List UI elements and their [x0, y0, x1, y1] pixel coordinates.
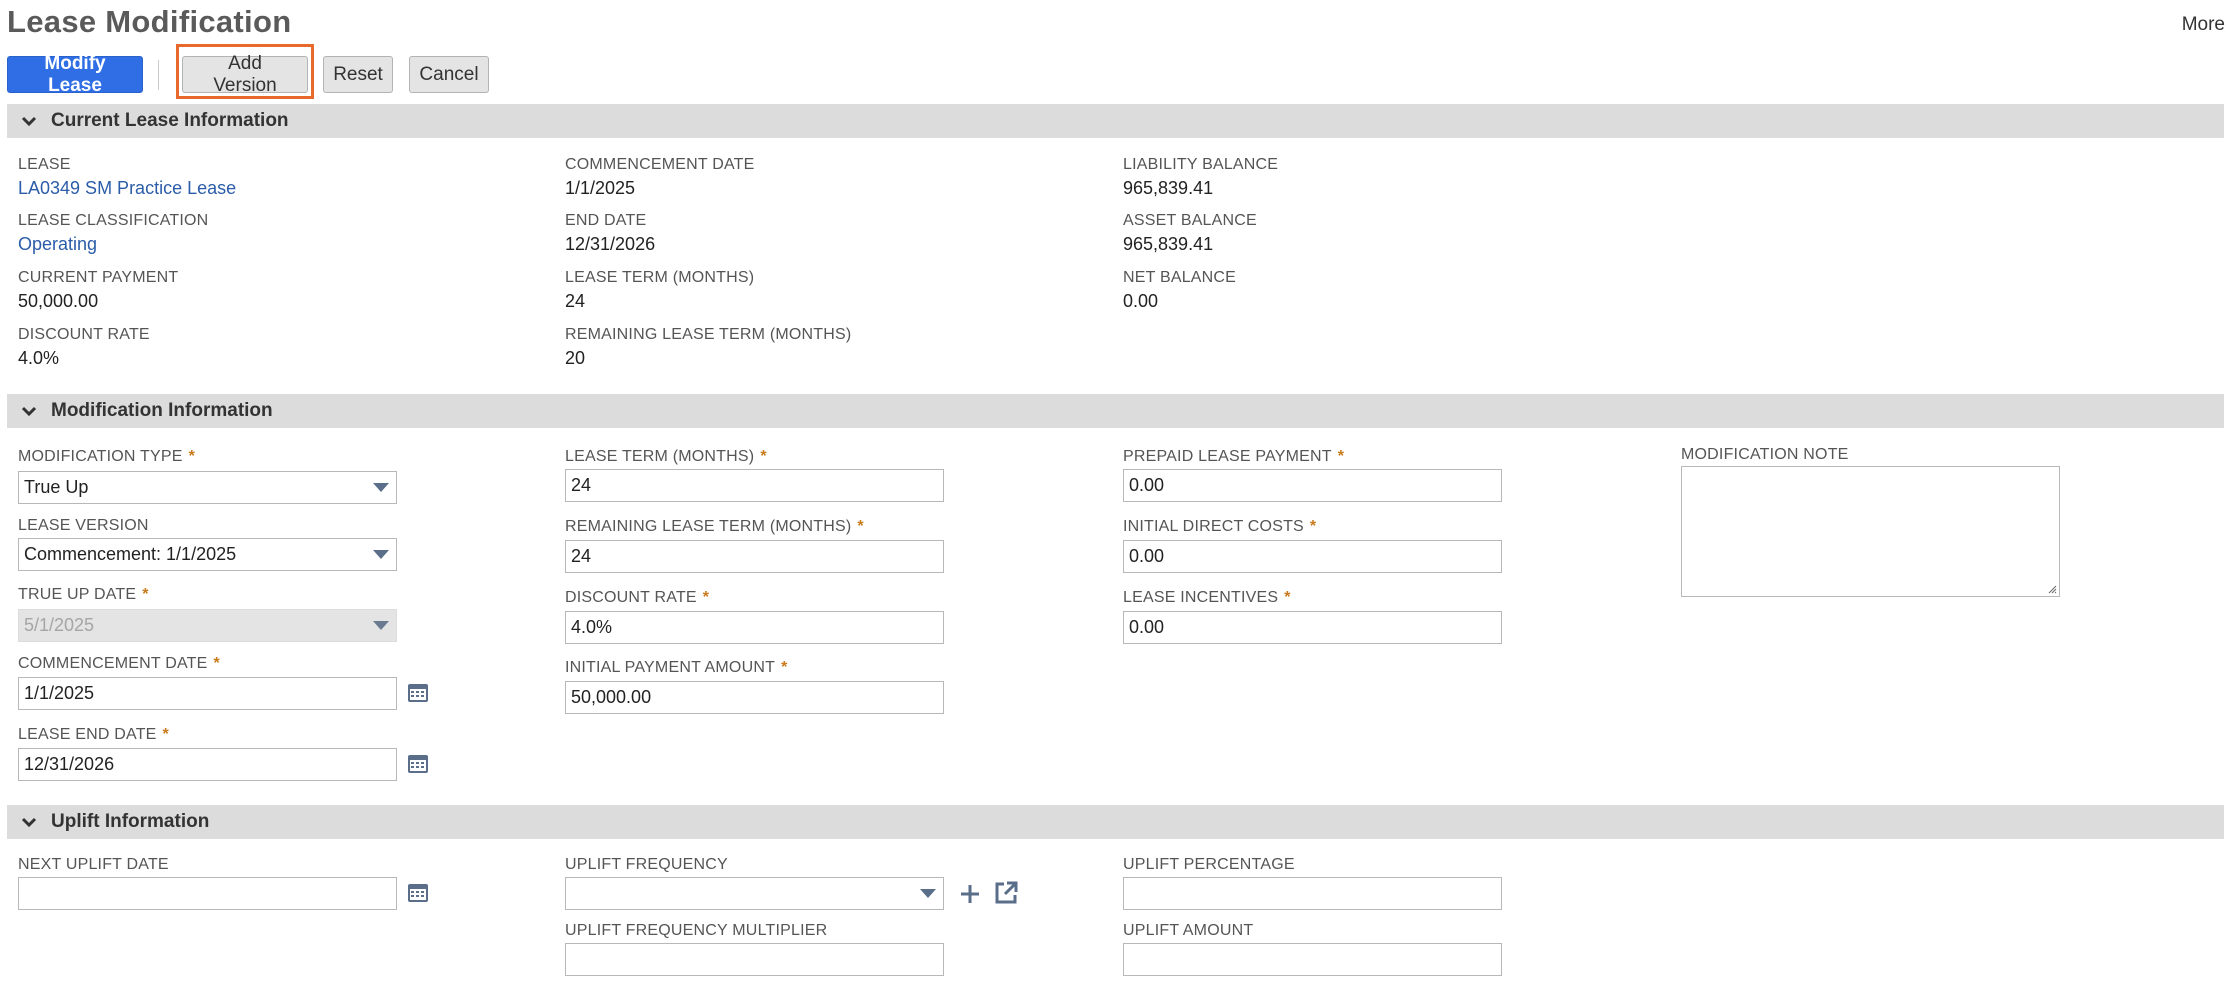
commencement-date-label: COMMENCEMENT DATE — [565, 156, 755, 173]
end-date-label: END DATE — [565, 212, 647, 229]
liability-balance-value: 965,839.41 — [1123, 178, 1214, 198]
initial-payment-input[interactable]: 50,000.00 — [565, 681, 944, 714]
page-title: Lease Modification — [7, 4, 292, 39]
dropdown-arrow-icon — [373, 621, 389, 630]
required-marker: * — [1309, 518, 1317, 535]
net-balance-value: 0.00 — [1123, 291, 1159, 311]
chevron-down-icon — [21, 116, 37, 127]
required-marker: * — [1284, 589, 1291, 606]
commencement-date-value: 1/1/2025 — [565, 178, 636, 198]
lease-label: LEASE — [18, 156, 71, 173]
section-current-lease[interactable]: Current Lease Information — [7, 104, 2224, 138]
lease-term-input[interactable]: 24 — [565, 469, 944, 502]
modification-type-label: MODIFICATION TYPE * — [18, 448, 196, 465]
net-balance-label: NET BALANCE — [1123, 269, 1237, 286]
selected-value: True Up — [24, 477, 89, 497]
modification-note-textarea[interactable] — [1681, 466, 2060, 597]
discount-rate-label: DISCOUNT RATE * — [565, 589, 710, 606]
section-title: Current Lease Information — [51, 110, 289, 131]
remaining-term-label: REMAINING LEASE TERM (MONTHS) * — [565, 518, 864, 535]
remaining-term-value: 20 — [565, 348, 586, 368]
uplift-frequency-select[interactable] — [565, 877, 944, 910]
initial-direct-costs-label: INITIAL DIRECT COSTS * — [1123, 518, 1317, 535]
discount-rate-value: 4.0% — [18, 348, 60, 368]
dropdown-arrow-icon — [373, 483, 389, 492]
lease-classification-label: LEASE CLASSIFICATION — [18, 212, 209, 229]
section-title: Modification Information — [51, 400, 273, 421]
prepaid-payment-label: PREPAID LEASE PAYMENT * — [1123, 448, 1345, 465]
dropdown-arrow-icon — [373, 550, 389, 559]
commencement-date-input[interactable]: 1/1/2025 — [18, 677, 397, 710]
required-marker: * — [760, 448, 767, 465]
uplift-multiplier-input[interactable] — [565, 943, 944, 976]
chevron-down-icon — [21, 817, 37, 828]
open-external-icon[interactable] — [993, 880, 1019, 906]
remaining-term-label: REMAINING LEASE TERM (MONTHS) — [565, 326, 852, 343]
calendar-icon[interactable] — [407, 882, 429, 904]
lease-version-select[interactable]: Commencement: 1/1/2025 — [18, 538, 397, 571]
lease-end-date-label: LEASE END DATE * — [18, 726, 169, 743]
prepaid-payment-input[interactable]: 0.00 — [1123, 469, 1502, 502]
section-uplift[interactable]: Uplift Information — [7, 805, 2224, 839]
reset-button[interactable]: Reset — [323, 56, 393, 93]
required-marker: * — [781, 659, 788, 676]
required-marker: * — [142, 586, 149, 603]
modification-note-label: MODIFICATION NOTE — [1681, 446, 1849, 463]
calendar-icon[interactable] — [407, 753, 429, 775]
chevron-down-icon — [21, 406, 37, 417]
dropdown-arrow-icon — [920, 889, 936, 898]
current-payment-label: CURRENT PAYMENT — [18, 269, 179, 286]
lease-term-value: 24 — [565, 291, 586, 311]
required-marker: * — [1337, 448, 1345, 465]
current-payment-value: 50,000.00 — [18, 291, 99, 311]
commencement-date-label: COMMENCEMENT DATE * — [18, 655, 220, 672]
uplift-frequency-label: UPLIFT FREQUENCY — [565, 856, 728, 873]
uplift-percentage-input[interactable] — [1123, 877, 1502, 910]
initial-direct-costs-input[interactable]: 0.00 — [1123, 540, 1502, 573]
lease-incentives-input[interactable]: 0.00 — [1123, 611, 1502, 644]
required-marker: * — [702, 589, 710, 606]
lease-version-label: LEASE VERSION — [18, 517, 149, 534]
liability-balance-label: LIABILITY BALANCE — [1123, 156, 1279, 173]
discount-rate-input[interactable]: 4.0% — [565, 611, 944, 644]
modify-lease-button[interactable]: Modify Lease — [7, 53, 143, 96]
true-up-date-select: 5/1/2025 — [18, 609, 397, 642]
plus-icon[interactable] — [957, 881, 983, 907]
next-uplift-date-input[interactable] — [18, 877, 397, 910]
initial-payment-label: INITIAL PAYMENT AMOUNT * — [565, 659, 788, 676]
required-marker: * — [213, 655, 220, 672]
lease-incentives-label: LEASE INCENTIVES * — [1123, 589, 1291, 606]
lease-end-date-input[interactable]: 12/31/2026 — [18, 748, 397, 781]
uplift-amount-label: UPLIFT AMOUNT — [1123, 922, 1254, 939]
section-title: Uplift Information — [51, 811, 210, 832]
asset-balance-label: ASSET BALANCE — [1123, 212, 1257, 229]
selected-value: 5/1/2025 — [24, 615, 95, 635]
toolbar-divider — [158, 60, 159, 90]
required-marker: * — [857, 518, 864, 535]
uplift-multiplier-label: UPLIFT FREQUENCY MULTIPLIER — [565, 922, 828, 939]
uplift-amount-input[interactable] — [1123, 943, 1502, 976]
lease-link[interactable]: LA0349 SM Practice Lease — [18, 178, 236, 199]
next-uplift-date-label: NEXT UPLIFT DATE — [18, 856, 169, 873]
selected-value: Commencement: 1/1/2025 — [24, 544, 237, 564]
more-menu[interactable]: More — [2182, 14, 2225, 36]
required-marker: * — [162, 726, 169, 743]
end-date-value: 12/31/2026 — [565, 234, 656, 254]
true-up-date-label: TRUE UP DATE * — [18, 586, 149, 603]
lease-term-label: LEASE TERM (MONTHS) * — [565, 448, 767, 465]
modification-type-select[interactable]: True Up — [18, 471, 397, 504]
asset-balance-value: 965,839.41 — [1123, 234, 1214, 254]
add-version-highlight — [176, 44, 314, 99]
required-marker: * — [188, 448, 196, 465]
calendar-icon[interactable] — [407, 682, 429, 704]
resize-handle-icon[interactable] — [2047, 584, 2057, 594]
lease-term-label: LEASE TERM (MONTHS) — [565, 269, 755, 286]
discount-rate-label: DISCOUNT RATE — [18, 326, 150, 343]
remaining-term-input[interactable]: 24 — [565, 540, 944, 573]
cancel-button[interactable]: Cancel — [409, 56, 489, 93]
section-modification[interactable]: Modification Information — [7, 394, 2224, 428]
uplift-percentage-label: UPLIFT PERCENTAGE — [1123, 856, 1295, 873]
lease-classification-link[interactable]: Operating — [18, 234, 97, 255]
